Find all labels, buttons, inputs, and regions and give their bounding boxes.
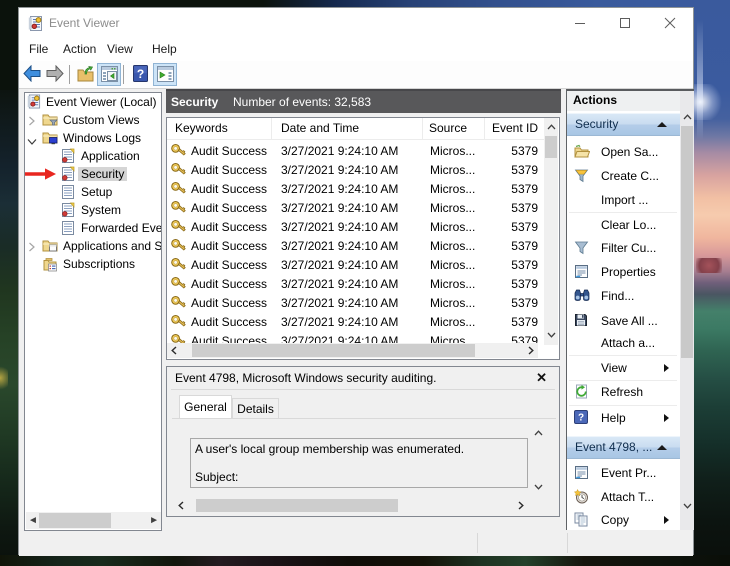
- svg-text:?: ?: [137, 67, 144, 81]
- svg-text:?: ?: [578, 413, 584, 424]
